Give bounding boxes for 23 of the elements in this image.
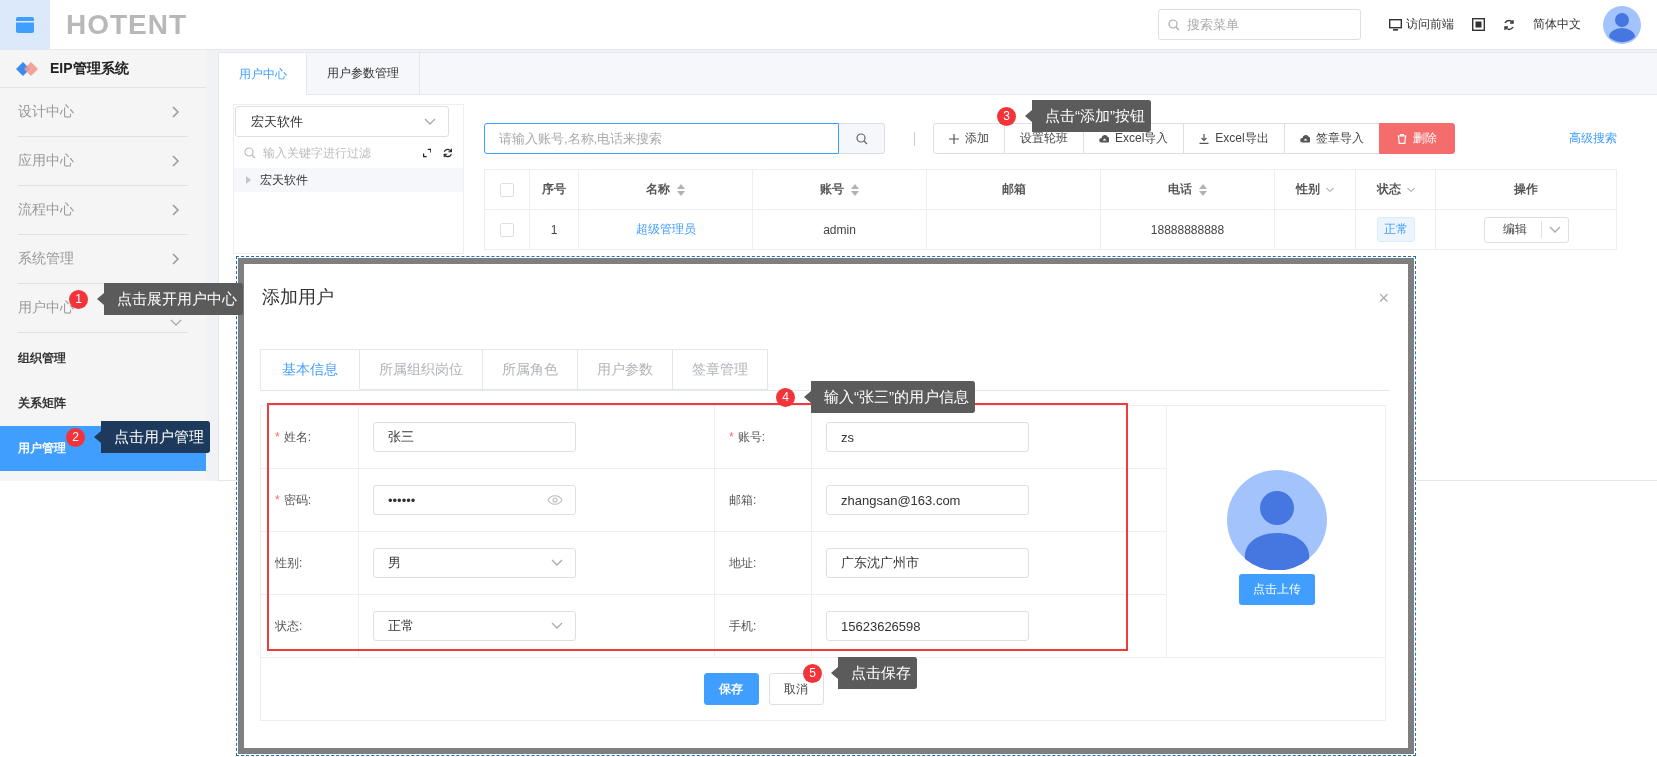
field-label: 邮箱: (729, 491, 757, 509)
field-label: 手机: (729, 617, 757, 635)
required-mark: * (275, 493, 280, 507)
required-mark: * (729, 430, 734, 444)
step-tooltip: 点击“添加”按钮 (1025, 100, 1151, 132)
field-label: 地址: (729, 554, 757, 572)
table-cell: 1 (550, 222, 558, 237)
field-label: 状态: (275, 617, 303, 635)
step-tooltip: 点击用户管理 (94, 421, 210, 453)
status-tag: 正常 (1376, 217, 1415, 242)
step-tooltip: 输入“张三”的用户信息 (804, 381, 975, 413)
step-tooltip: 点击保存 (831, 657, 917, 689)
app-title: EIP管理系统 (50, 59, 129, 78)
dialog-title: 添加用户 (262, 286, 334, 309)
field-label: 密码: (283, 491, 311, 509)
table-cell: admin (823, 222, 856, 237)
required-mark: * (275, 430, 280, 444)
field-label: 姓名: (283, 428, 311, 446)
step-tooltip: 点击展开用户中心 (97, 283, 243, 315)
field-label: 账号: (737, 428, 765, 446)
logo: HOTENT (66, 8, 188, 41)
table-cell: 18888888888 (1150, 222, 1225, 237)
field-label: 性别: (275, 554, 303, 572)
